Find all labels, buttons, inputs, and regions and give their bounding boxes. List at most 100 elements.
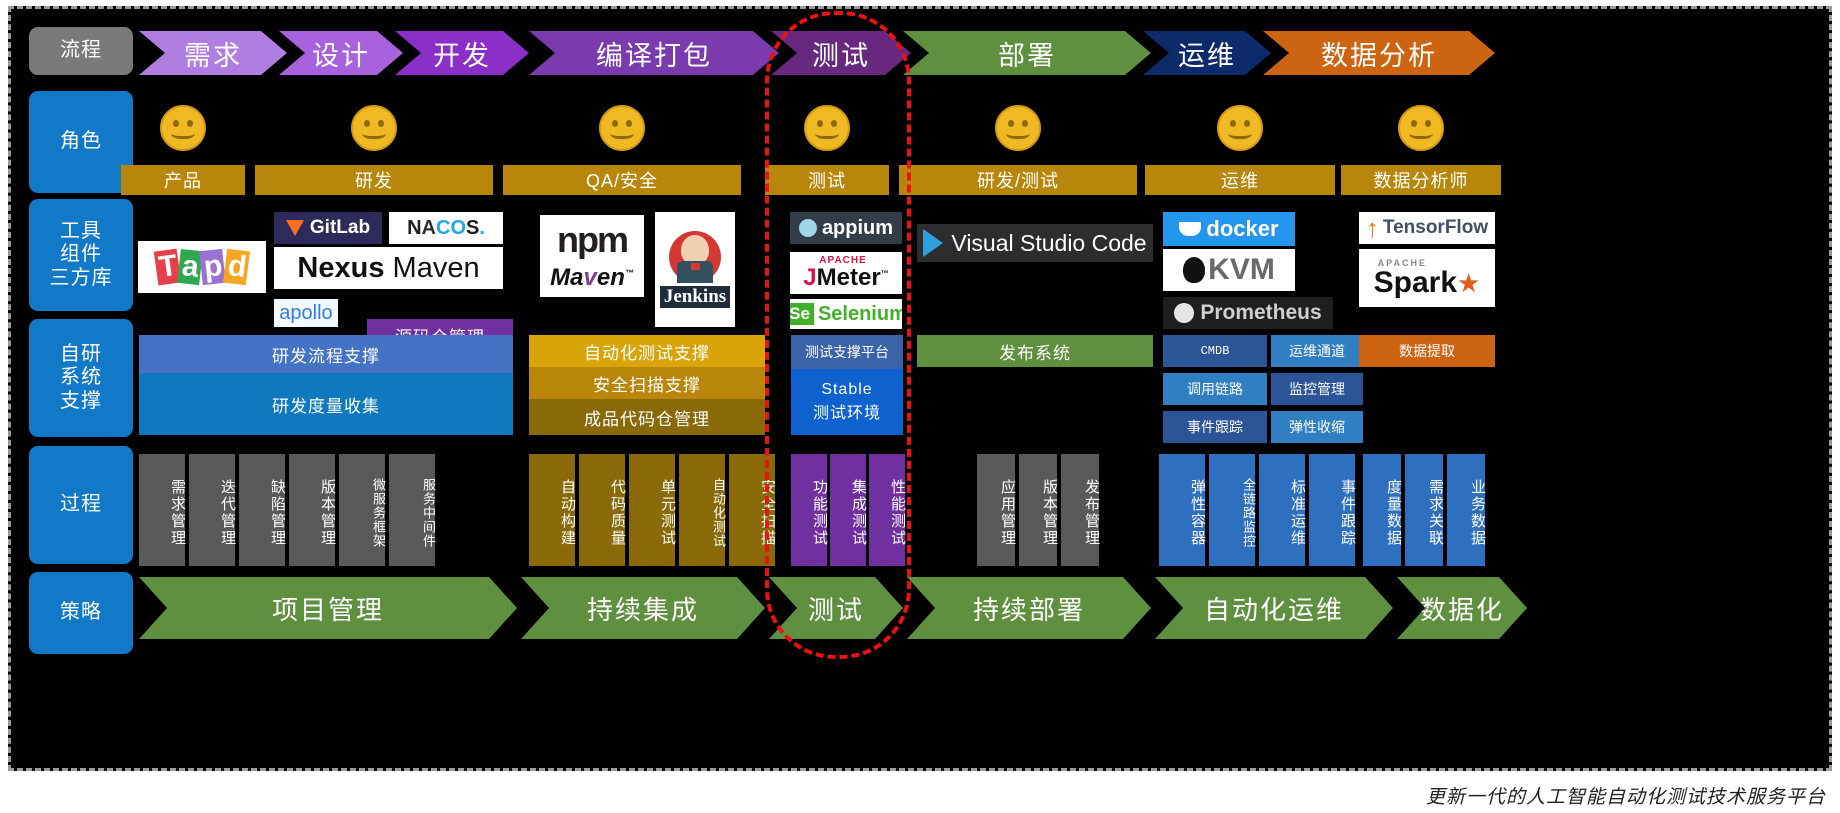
procedure-chip-ci-4[interactable]: 自动化测试 xyxy=(679,454,726,566)
logo-vscode[interactable]: Visual Studio Code xyxy=(917,224,1153,262)
logo-gitlab[interactable]: GitLab xyxy=(274,212,382,244)
row-label-selfdev-line: 自研 xyxy=(60,342,102,365)
selfdev-stable-line: Stable xyxy=(821,381,873,398)
logo-nacos[interactable]: NACOS. xyxy=(389,212,503,244)
logo-prometheus[interactable]: Prometheus xyxy=(1163,297,1333,329)
logo-appium[interactable]: appium xyxy=(790,212,902,244)
strategy-stage-4[interactable]: 持续部署 xyxy=(907,577,1151,639)
role-label-5: 研发/测试 xyxy=(899,165,1137,195)
row-label-procedure: 过程 xyxy=(29,446,133,564)
procedure-chip-ci-3[interactable]: 单元测试 xyxy=(629,454,676,566)
procedure-chip-req-3[interactable]: 缺陷管理 xyxy=(239,454,286,566)
strategy-stage-2[interactable]: 持续集成 xyxy=(521,577,765,639)
selfdev-ops-channel[interactable]: 运维通道 xyxy=(1271,335,1363,367)
procedure-chip-ci-1[interactable]: 自动构建 xyxy=(529,454,576,566)
selfdev-elastic[interactable]: 弹性收缩 xyxy=(1271,411,1363,443)
strategy-stage-1[interactable]: 项目管理 xyxy=(139,577,517,639)
logo-tapd[interactable]: Tapd xyxy=(138,241,266,293)
row-label-tools-line: 三方库 xyxy=(49,266,113,289)
logo-npm[interactable]: npm xyxy=(540,215,644,265)
strategy-stage-6[interactable]: 数据化 xyxy=(1397,577,1527,639)
selfdev-auto-test[interactable]: 自动化测试支撑 xyxy=(529,335,765,367)
row-label-selfdev: 自研 系统 支撑 xyxy=(29,319,133,437)
procedure-chip-ci-5[interactable]: 安全扫描 xyxy=(729,454,776,566)
selfdev-sec-scan[interactable]: 安全扫描支撑 xyxy=(529,367,765,399)
logo-maven2[interactable]: Maven™ xyxy=(540,259,644,297)
procedure-chip-deploy-1[interactable]: 应用管理 xyxy=(977,454,1016,566)
procedure-chip-test-3[interactable]: 性能测试 xyxy=(869,454,906,566)
role-smiley-5 xyxy=(995,105,1041,151)
logo-tensorflow[interactable]: ↑ TensorFlow xyxy=(1359,212,1495,244)
procedure-chip-ops-2[interactable]: 全链路监控 xyxy=(1209,454,1256,566)
procedure-chip-req-4[interactable]: 版本管理 xyxy=(289,454,336,566)
row-label-process: 流程 xyxy=(29,27,133,75)
logo-apollo[interactable]: apollo xyxy=(274,299,338,327)
row-label-tools-line: 组件 xyxy=(60,243,102,266)
procedure-chip-ops-4[interactable]: 事件跟踪 xyxy=(1309,454,1356,566)
selfdev-event-track[interactable]: 事件跟踪 xyxy=(1163,411,1267,443)
row-label-selfdev-line: 系统 xyxy=(60,366,102,389)
strategy-stage-3[interactable]: 测试 xyxy=(769,577,903,639)
pipeline-stage-3[interactable]: 开发 xyxy=(395,31,529,75)
role-label-3: QA/安全 xyxy=(503,165,741,195)
procedure-chip-test-1[interactable]: 功能测试 xyxy=(791,454,828,566)
logo-jenkins[interactable]: Jenkins xyxy=(655,212,735,327)
pipeline-stage-6[interactable]: 部署 xyxy=(903,31,1151,75)
strategy-stage-5[interactable]: 自动化运维 xyxy=(1155,577,1393,639)
role-label-6: 运维 xyxy=(1145,165,1335,195)
pipeline-stage-2[interactable]: 设计 xyxy=(279,31,403,75)
selfdev-stable-line: 测试环境 xyxy=(812,405,881,422)
row-label-strategy: 策略 xyxy=(29,572,133,654)
procedure-chip-data-1[interactable]: 度量数据 xyxy=(1363,454,1402,566)
row-label-tools-line: 工具 xyxy=(60,219,102,242)
selfdev-artifact[interactable]: 成品代码仓管理 xyxy=(529,399,765,435)
procedure-chip-data-3[interactable]: 业务数据 xyxy=(1447,454,1486,566)
selfdev-trace-chain[interactable]: 调用链路 xyxy=(1163,373,1267,405)
selfdev-release-sys[interactable]: 发布系统 xyxy=(917,335,1153,367)
pipeline-stage-7[interactable]: 运维 xyxy=(1143,31,1271,75)
logo-docker[interactable]: docker xyxy=(1163,212,1295,246)
pipeline-stage-4[interactable]: 编译打包 xyxy=(529,31,779,75)
role-smiley-2 xyxy=(351,105,397,151)
logo-selenium[interactable]: Se Selenium xyxy=(790,299,902,329)
role-smiley-1 xyxy=(160,105,206,151)
row-label-role: 角色 xyxy=(29,91,133,193)
procedure-chip-req-5[interactable]: 微服务框架 xyxy=(339,454,386,566)
selfdev-stable-env[interactable]: Stable 测试环境 xyxy=(791,369,903,435)
row-label-selfdev-line: 支撑 xyxy=(60,389,102,412)
diagram-frame: 流程 角色 工具 组件 三方库 自研 系统 支撑 过程 策略 需求 设计 开发 编译打包 测试 部署 运维 数据分… xyxy=(8,6,1832,771)
logo-jmeter[interactable]: APACHE JMeter™ xyxy=(790,252,902,294)
diagram-canvas: 流程 角色 工具 组件 三方库 自研 系统 支撑 过程 策略 需求 设计 开发 编译打包 测试 部署 运维 数据分… xyxy=(11,9,1829,768)
procedure-chip-ops-1[interactable]: 弹性容器 xyxy=(1159,454,1206,566)
logo-spark[interactable]: APACHE Spark ★ xyxy=(1359,249,1495,307)
procedure-chip-test-2[interactable]: 集成测试 xyxy=(830,454,867,566)
role-label-1: 产品 xyxy=(121,165,245,195)
selfdev-dev-metric[interactable]: 研发度量收集 xyxy=(139,373,513,435)
selfdev-test-platform[interactable]: 测试支撑平台 xyxy=(791,335,903,369)
role-smiley-6 xyxy=(1217,105,1263,151)
role-smiley-7 xyxy=(1398,105,1444,151)
procedure-chip-deploy-3[interactable]: 发布管理 xyxy=(1061,454,1100,566)
role-label-2: 研发 xyxy=(255,165,493,195)
selfdev-cmdb[interactable]: CMDB xyxy=(1163,335,1267,367)
row-label-tools: 工具 组件 三方库 xyxy=(29,199,133,311)
role-label-4: 测试 xyxy=(765,165,889,195)
selfdev-data-extract[interactable]: 数据提取 xyxy=(1359,335,1495,367)
procedure-chip-req-2[interactable]: 迭代管理 xyxy=(189,454,236,566)
role-smiley-3 xyxy=(599,105,645,151)
procedure-chip-req-1[interactable]: 需求管理 xyxy=(139,454,186,566)
selfdev-monitor[interactable]: 监控管理 xyxy=(1271,373,1363,405)
procedure-chip-ops-3[interactable]: 标准运维 xyxy=(1259,454,1306,566)
role-smiley-4 xyxy=(804,105,850,151)
selfdev-dev-flow[interactable]: 研发流程支撑 xyxy=(139,335,513,373)
procedure-chip-req-6[interactable]: 服务中间件 xyxy=(389,454,436,566)
logo-kvm[interactable]: KVM xyxy=(1163,249,1295,291)
logo-nexus-maven[interactable]: Nexus Maven xyxy=(274,247,503,289)
pipeline-stage-5[interactable]: 测试 xyxy=(771,31,911,75)
procedure-chip-ci-2[interactable]: 代码质量 xyxy=(579,454,626,566)
pipeline-stage-8[interactable]: 数据分析 xyxy=(1263,31,1495,75)
procedure-chip-data-2[interactable]: 需求关联 xyxy=(1405,454,1444,566)
pipeline-stage-1[interactable]: 需求 xyxy=(139,31,287,75)
footer-tagline: 更新一代的人工智能自动化测试技术服务平台 xyxy=(1425,787,1826,808)
procedure-chip-deploy-2[interactable]: 版本管理 xyxy=(1019,454,1058,566)
